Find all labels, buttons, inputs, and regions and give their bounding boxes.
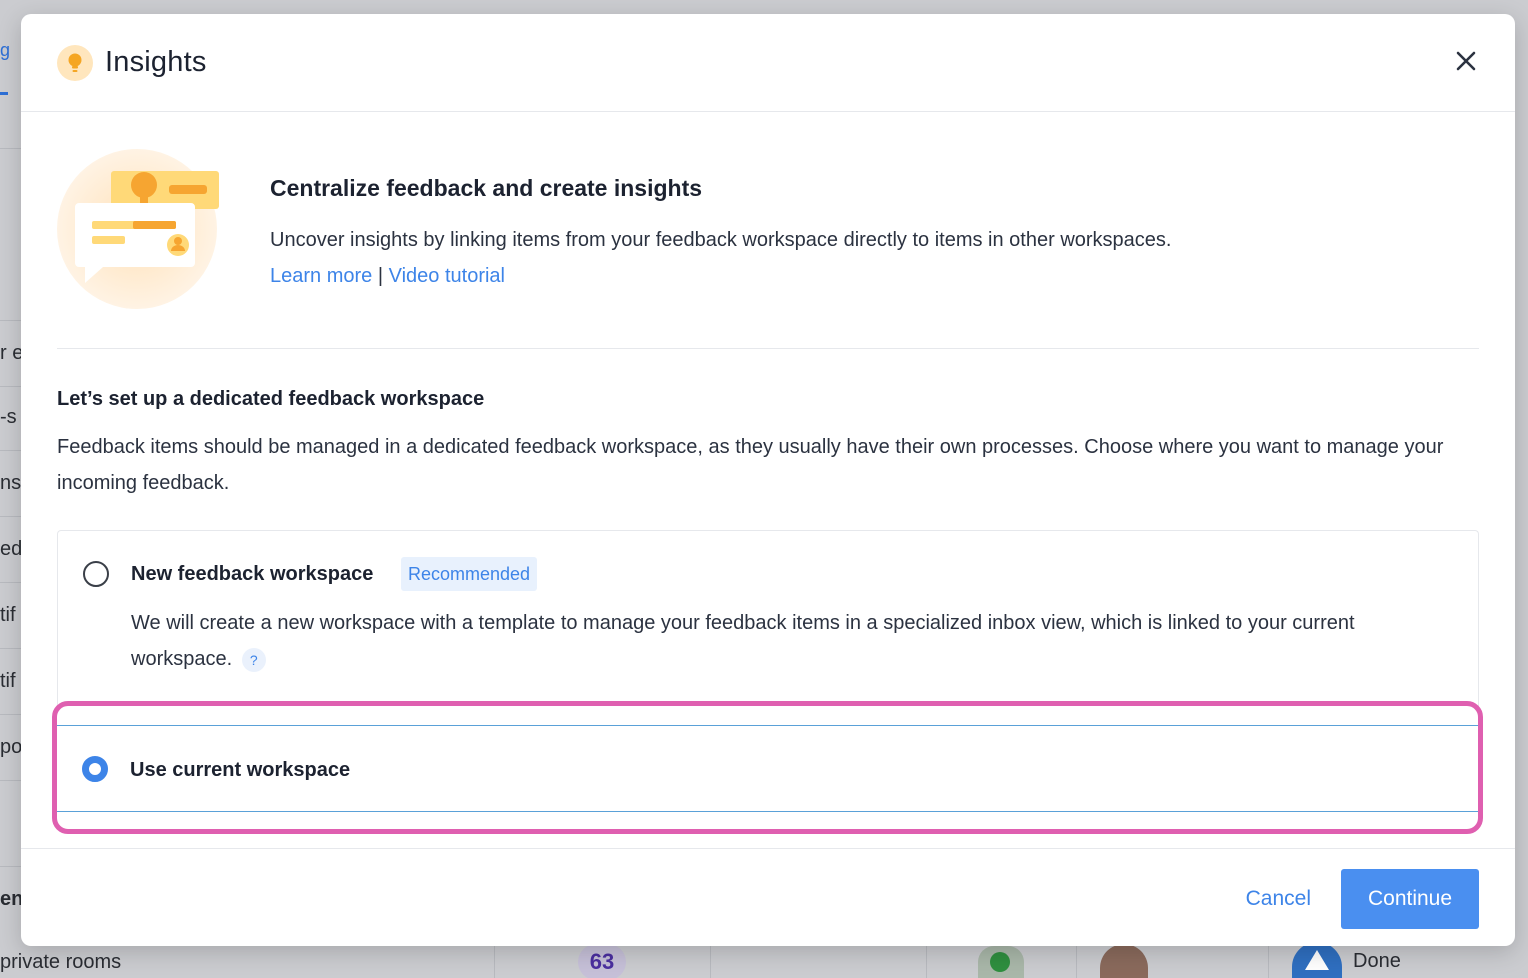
background-separator (0, 780, 22, 781)
option-new-feedback-workspace[interactable]: New feedback workspace Recommended We wi… (57, 530, 1479, 708)
background-cell: tif (0, 670, 16, 692)
background-cell: ns (0, 472, 22, 494)
option-label: New feedback workspace (131, 563, 374, 585)
setup-title: Let’s set up a dedicated feedback worksp… (57, 388, 485, 410)
option-label: Use current workspace (130, 759, 351, 781)
background-separator (0, 450, 22, 451)
hero-title: Centralize feedback and create insights (270, 175, 703, 201)
option-description: We will create a new workspace with a te… (131, 605, 1431, 677)
dialog-header: Insights (21, 14, 1515, 112)
background-separator (0, 148, 22, 149)
globe-icon (978, 946, 1024, 978)
background-tab-label: g (0, 40, 11, 60)
background-separator (0, 648, 22, 649)
hero-links: Learn more | Video tutorial (270, 258, 1171, 294)
learn-more-link[interactable]: Learn more (270, 265, 372, 287)
background-row-name: private rooms (0, 950, 122, 973)
background-column-divider (710, 946, 711, 978)
background-cell: r e (0, 342, 22, 364)
background-separator (0, 714, 22, 715)
help-icon[interactable]: ? (241, 647, 266, 672)
link-separator: | (377, 265, 384, 287)
background-column-divider (1076, 946, 1077, 978)
hero-text: Centralize feedback and create insights … (270, 175, 1171, 294)
background-count-badge: 63 (578, 944, 626, 978)
recommended-badge: Recommended (401, 557, 538, 591)
close-icon (1456, 51, 1476, 71)
option-description-text: We will create a new workspace with a te… (131, 612, 1355, 670)
setup-description: Feedback items should be managed in a de… (57, 436, 1444, 494)
hero-description: Uncover insights by linking items from y… (270, 229, 1172, 251)
hero-section: Centralize feedback and create insights … (57, 147, 1479, 349)
background-status-text: Done (1353, 950, 1401, 972)
video-tutorial-link[interactable]: Video tutorial (389, 265, 505, 287)
background-separator (0, 320, 22, 321)
background-column-divider (926, 946, 927, 978)
background-separator (0, 386, 22, 387)
dialog-title: Insights (105, 46, 207, 78)
background-separator (0, 582, 22, 583)
setup-section: Let’s set up a dedicated feedback worksp… (57, 388, 1479, 501)
background-separator (0, 516, 22, 517)
option-use-current-workspace[interactable]: Use current workspace (57, 725, 1479, 812)
background-column-divider (494, 946, 495, 978)
background-cell: -s (0, 406, 17, 428)
radio-new-workspace[interactable] (83, 561, 109, 587)
radio-current-workspace[interactable] (82, 756, 108, 782)
background-cell: tif (0, 604, 16, 626)
background-cell: ed (0, 538, 22, 560)
dialog-footer: Cancel Continue (21, 848, 1515, 946)
cancel-button[interactable]: Cancel (1238, 869, 1319, 929)
continue-button[interactable]: Continue (1341, 869, 1479, 929)
insights-dialog: Insights Centralize feedback and create … (21, 14, 1515, 946)
background-separator (0, 866, 22, 867)
background-cell: ent (0, 888, 22, 910)
background-column-divider (1268, 946, 1269, 978)
lightbulb-icon (57, 44, 93, 81)
insights-illustration (57, 147, 222, 312)
close-button[interactable] (1451, 46, 1481, 76)
background-tab-underline (0, 92, 8, 95)
background-cell: poi (0, 736, 22, 758)
